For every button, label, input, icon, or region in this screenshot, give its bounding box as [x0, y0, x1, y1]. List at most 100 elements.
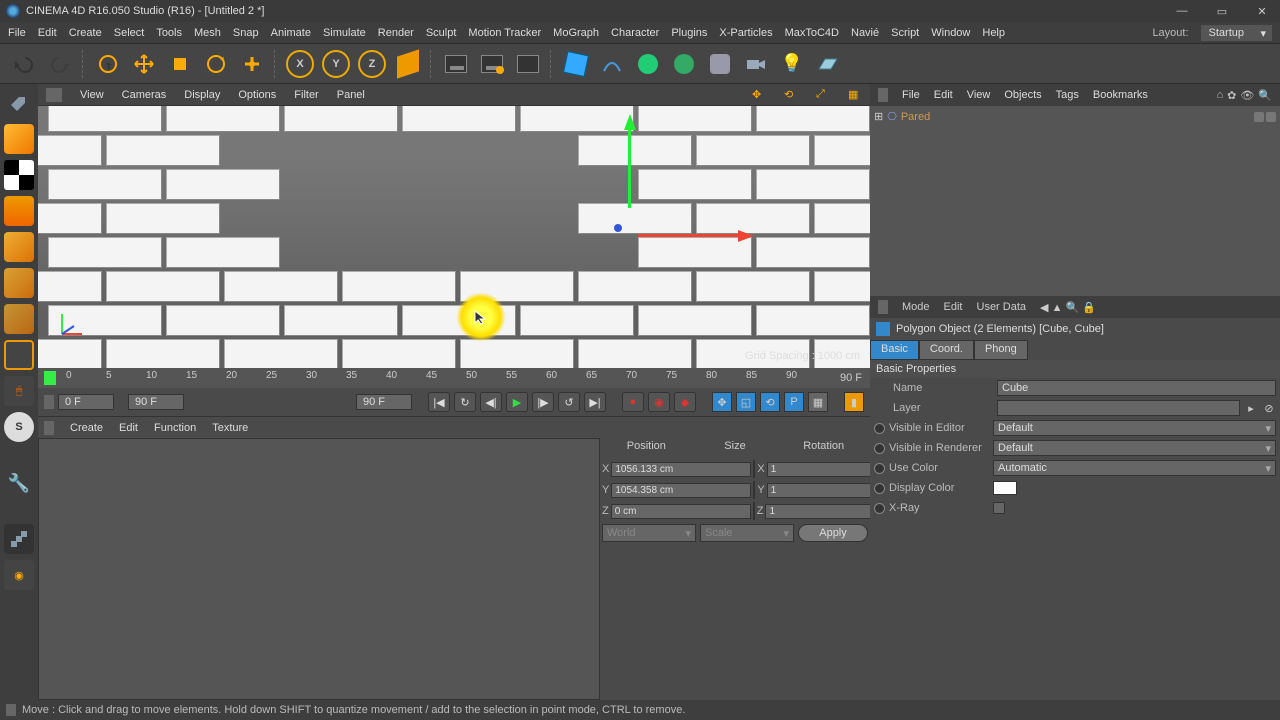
next-frame-button[interactable]: |▶	[532, 392, 554, 412]
make-editable-button[interactable]	[4, 88, 34, 118]
menu-help[interactable]: Help	[982, 27, 1005, 39]
viewport[interactable]: Grid Spacing : 1000 cm	[38, 106, 870, 368]
xray-checkbox[interactable]	[993, 502, 1005, 514]
key-scale-button[interactable]: ◱	[736, 392, 756, 412]
matmenu-edit[interactable]: Edit	[119, 422, 138, 434]
attr-menu-userdata[interactable]: User Data	[977, 301, 1027, 313]
vpmenu-cameras[interactable]: Cameras	[122, 89, 167, 101]
prop-vis-ed-radio[interactable]	[874, 423, 885, 434]
prop-usecol-radio[interactable]	[874, 463, 885, 474]
key-rot-button[interactable]: ⟲	[760, 392, 780, 412]
x-axis-lock[interactable]: X	[284, 48, 316, 80]
undo-button[interactable]	[8, 48, 40, 80]
tree-item-pared[interactable]: ⊞ ⎔ Pared	[874, 110, 1276, 123]
om-menu-bookmarks[interactable]: Bookmarks	[1093, 89, 1148, 101]
coord-pos-Y[interactable]	[611, 483, 751, 498]
timeline-playhead[interactable]	[44, 371, 56, 385]
frame-start-field[interactable]	[58, 394, 114, 410]
frame-end-field[interactable]	[128, 394, 184, 410]
rotate-tool[interactable]	[200, 48, 232, 80]
vp-nav1-icon[interactable]: ✥	[752, 88, 766, 102]
add-environment-button[interactable]	[704, 48, 736, 80]
om-icon3[interactable]: 👁	[1240, 89, 1254, 102]
keyframe-button[interactable]: ◆	[674, 392, 696, 412]
om-handle-icon[interactable]	[878, 88, 888, 102]
menu-sculpt[interactable]: Sculpt	[426, 27, 457, 39]
y-axis-lock[interactable]: Y	[320, 48, 352, 80]
add-camera-button[interactable]	[740, 48, 772, 80]
menu-simulate[interactable]: Simulate	[323, 27, 366, 39]
display-color-swatch[interactable]	[993, 481, 1017, 495]
om-icon1[interactable]: ⌂	[1216, 89, 1223, 102]
vp-nav4-icon[interactable]: ▦	[848, 88, 862, 102]
coord-apply-button[interactable]: Apply	[798, 524, 868, 542]
add-light-button[interactable]: 💡	[776, 48, 808, 80]
vpmenu-display[interactable]: Display	[184, 89, 220, 101]
tweak-button[interactable]: 🖱	[4, 376, 34, 406]
menu-create[interactable]: Create	[69, 27, 102, 39]
attr-menu-mode[interactable]: Mode	[902, 301, 930, 313]
menu-mesh[interactable]: Mesh	[194, 27, 221, 39]
vp-nav2-icon[interactable]: ⟲	[784, 88, 798, 102]
om-menu-objects[interactable]: Objects	[1004, 89, 1041, 101]
workplane-button[interactable]	[4, 196, 34, 226]
layer-clear-icon[interactable]: ⊘	[1262, 402, 1276, 415]
close-button[interactable]: ✕	[1250, 2, 1274, 20]
prev-frame-button[interactable]: ◀|	[480, 392, 502, 412]
goto-end-button[interactable]: ▶|	[584, 392, 606, 412]
attr-nav-search-icon[interactable]: 🔍	[1066, 302, 1080, 314]
scale-tool[interactable]	[164, 48, 196, 80]
attr-menu-edit[interactable]: Edit	[944, 301, 963, 313]
menu-plugins[interactable]: Plugins	[671, 27, 707, 39]
prop-name-field[interactable]	[997, 380, 1276, 396]
move-tool[interactable]	[128, 48, 160, 80]
menu-motiontracker[interactable]: Motion Tracker	[468, 27, 541, 39]
vis-editor-dot[interactable]	[1254, 112, 1264, 122]
coord-pos-Z[interactable]	[611, 504, 751, 519]
expand-icon[interactable]: ⊞	[874, 110, 883, 123]
key-param-button[interactable]: P	[784, 392, 804, 412]
layout-dropdown[interactable]: Startup	[1201, 25, 1272, 41]
attr-handle-icon[interactable]	[878, 300, 888, 314]
menu-maxtoc4d[interactable]: MaxToC4D	[785, 27, 839, 39]
menu-file[interactable]: File	[8, 27, 26, 39]
render-settings-button[interactable]	[512, 48, 544, 80]
coord-space-dropdown[interactable]: World	[602, 524, 696, 542]
vis-render-dot[interactable]	[1266, 112, 1276, 122]
menu-navie[interactable]: Navié	[851, 27, 879, 39]
layer-pick-icon[interactable]: ▸	[1244, 402, 1258, 415]
prop-vis-rn-dropdown[interactable]: Default	[993, 440, 1276, 456]
attr-nav-lock-icon[interactable]: 🔒	[1082, 302, 1096, 314]
record-button[interactable]: ●	[622, 392, 644, 412]
menu-xparticles[interactable]: X-Particles	[719, 27, 772, 39]
texture-mode-button[interactable]	[4, 160, 34, 190]
add-cube-button[interactable]	[560, 48, 592, 80]
menu-script[interactable]: Script	[891, 27, 919, 39]
frame-cur-field[interactable]	[356, 394, 412, 410]
attr-nav-up-icon[interactable]: ▲	[1052, 302, 1063, 314]
tab-coord[interactable]: Coord.	[919, 340, 974, 360]
prop-usecol-dropdown[interactable]: Automatic	[993, 460, 1276, 476]
matmenu-texture[interactable]: Texture	[212, 422, 248, 434]
tab-basic[interactable]: Basic	[870, 340, 919, 360]
add-floor-button[interactable]	[812, 48, 844, 80]
redo-button[interactable]	[44, 48, 76, 80]
autokey-button[interactable]: ◉	[648, 392, 670, 412]
coord-pos-X[interactable]	[611, 462, 751, 477]
om-menu-view[interactable]: View	[967, 89, 991, 101]
goto-end-forward-button[interactable]: ↺	[558, 392, 580, 412]
tr-handle-icon[interactable]	[44, 395, 54, 409]
live-select-tool[interactable]	[92, 48, 124, 80]
loop-button[interactable]: ↻	[454, 392, 476, 412]
model-mode-button[interactable]	[4, 124, 34, 154]
edge-mode-button[interactable]	[4, 268, 34, 298]
key-opts-button[interactable]: ▮	[844, 392, 864, 412]
axis-button[interactable]	[4, 340, 34, 370]
vpmenu-panel[interactable]: Panel	[337, 89, 365, 101]
menu-window[interactable]: Window	[931, 27, 970, 39]
render-view-button[interactable]	[440, 48, 472, 80]
key-pla-button[interactable]: ▦	[808, 392, 828, 412]
minimize-button[interactable]: —	[1170, 2, 1194, 20]
matmenu-create[interactable]: Create	[70, 422, 103, 434]
prop-disp-radio[interactable]	[874, 483, 885, 494]
